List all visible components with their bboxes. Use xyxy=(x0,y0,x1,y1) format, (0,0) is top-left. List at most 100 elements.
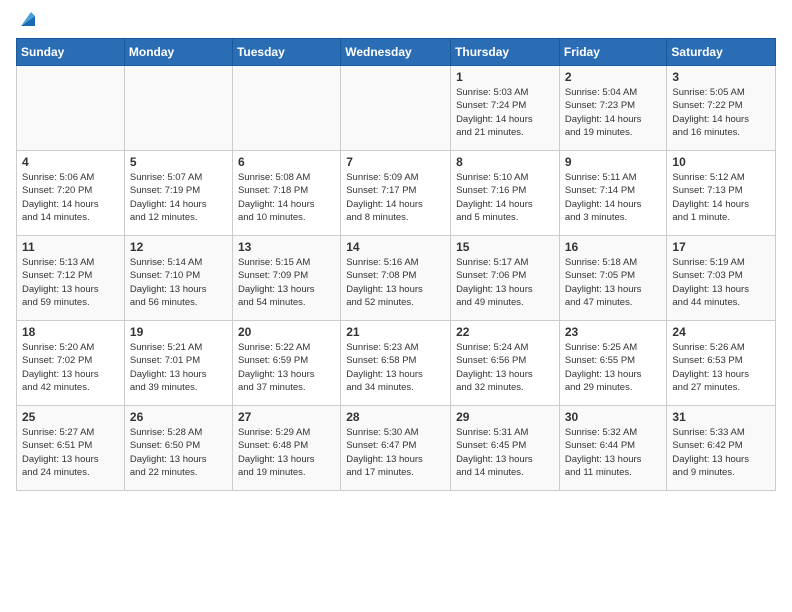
calendar-cell xyxy=(341,66,451,151)
day-number: 6 xyxy=(238,155,335,169)
calendar-cell: 23Sunrise: 5:25 AM Sunset: 6:55 PM Dayli… xyxy=(559,321,667,406)
calendar-cell: 16 Sunrise: 5:18 AM Sunset: 7:05 PM Dayli… xyxy=(559,236,667,321)
calendar-week-row: 11 Sunrise: 5:13 AM Sunset: 7:12 PM Dayli… xyxy=(17,236,776,321)
day-number: 11 xyxy=(22,240,119,254)
calendar-week-row: 1 Sunrise: 5:03 AM Sunset: 7:24 PM Daylig… xyxy=(17,66,776,151)
day-number: 30 xyxy=(565,410,662,424)
page-header xyxy=(16,16,776,30)
day-info: Sunrise: 5:14 AM Sunset: 7:10 PM Dayligh… xyxy=(130,256,227,309)
column-header-thursday: Thursday xyxy=(451,39,560,66)
calendar-cell xyxy=(17,66,125,151)
day-number: 14 xyxy=(346,240,445,254)
calendar-cell: 12 Sunrise: 5:14 AM Sunset: 7:10 PM Dayli… xyxy=(124,236,232,321)
day-number: 19 xyxy=(130,325,227,339)
day-number: 12 xyxy=(130,240,227,254)
calendar-header-row: SundayMondayTuesdayWednesdayThursdayFrid… xyxy=(17,39,776,66)
calendar-cell: 22Sunrise: 5:24 AM Sunset: 6:56 PM Dayli… xyxy=(451,321,560,406)
calendar-cell: 21Sunrise: 5:23 AM Sunset: 6:58 PM Dayli… xyxy=(341,321,451,406)
calendar-week-row: 25 Sunrise: 5:27 AM Sunset: 6:51 PM Dayli… xyxy=(17,406,776,491)
day-info: Sunrise: 5:29 AM Sunset: 6:48 PM Dayligh… xyxy=(238,426,335,479)
day-info: Sunrise: 5:21 AM Sunset: 7:01 PM Dayligh… xyxy=(130,341,227,394)
calendar-cell: 14 Sunrise: 5:16 AM Sunset: 7:08 PM Dayli… xyxy=(341,236,451,321)
calendar-cell: 15 Sunrise: 5:17 AM Sunset: 7:06 PM Dayli… xyxy=(451,236,560,321)
day-info: Sunrise: 5:16 AM Sunset: 7:08 PM Dayligh… xyxy=(346,256,445,309)
day-info: Sunrise: 5:33 AM Sunset: 6:42 PM Dayligh… xyxy=(672,426,770,479)
calendar-week-row: 18Sunrise: 5:20 AM Sunset: 7:02 PM Dayli… xyxy=(17,321,776,406)
day-info: Sunrise: 5:08 AM Sunset: 7:18 PM Dayligh… xyxy=(238,171,335,224)
calendar-cell: 1 Sunrise: 5:03 AM Sunset: 7:24 PM Daylig… xyxy=(451,66,560,151)
day-number: 16 xyxy=(565,240,662,254)
day-info: Sunrise: 5:32 AM Sunset: 6:44 PM Dayligh… xyxy=(565,426,662,479)
day-info: Sunrise: 5:10 AM Sunset: 7:16 PM Dayligh… xyxy=(456,171,554,224)
column-header-saturday: Saturday xyxy=(667,39,776,66)
day-number: 20 xyxy=(238,325,335,339)
day-info: Sunrise: 5:15 AM Sunset: 7:09 PM Dayligh… xyxy=(238,256,335,309)
column-header-wednesday: Wednesday xyxy=(341,39,451,66)
calendar-cell xyxy=(124,66,232,151)
day-info: Sunrise: 5:25 AM Sunset: 6:55 PM Dayligh… xyxy=(565,341,662,394)
column-header-friday: Friday xyxy=(559,39,667,66)
calendar-cell: 10 Sunrise: 5:12 AM Sunset: 7:13 PM Dayli… xyxy=(667,151,776,236)
day-number: 22 xyxy=(456,325,554,339)
day-info: Sunrise: 5:30 AM Sunset: 6:47 PM Dayligh… xyxy=(346,426,445,479)
calendar-cell: 26 Sunrise: 5:28 AM Sunset: 6:50 PM Dayli… xyxy=(124,406,232,491)
day-info: Sunrise: 5:28 AM Sunset: 6:50 PM Dayligh… xyxy=(130,426,227,479)
calendar-cell xyxy=(232,66,340,151)
logo-icon xyxy=(17,8,39,30)
calendar-cell: 9Sunrise: 5:11 AM Sunset: 7:14 PM Daylig… xyxy=(559,151,667,236)
calendar-cell: 18Sunrise: 5:20 AM Sunset: 7:02 PM Dayli… xyxy=(17,321,125,406)
day-info: Sunrise: 5:07 AM Sunset: 7:19 PM Dayligh… xyxy=(130,171,227,224)
day-number: 1 xyxy=(456,70,554,84)
day-info: Sunrise: 5:05 AM Sunset: 7:22 PM Dayligh… xyxy=(672,86,770,139)
day-info: Sunrise: 5:17 AM Sunset: 7:06 PM Dayligh… xyxy=(456,256,554,309)
calendar-cell: 31 Sunrise: 5:33 AM Sunset: 6:42 PM Dayli… xyxy=(667,406,776,491)
day-number: 25 xyxy=(22,410,119,424)
day-number: 7 xyxy=(346,155,445,169)
day-info: Sunrise: 5:26 AM Sunset: 6:53 PM Dayligh… xyxy=(672,341,770,394)
calendar-cell: 3 Sunrise: 5:05 AM Sunset: 7:22 PM Daylig… xyxy=(667,66,776,151)
day-info: Sunrise: 5:12 AM Sunset: 7:13 PM Dayligh… xyxy=(672,171,770,224)
calendar-cell: 7 Sunrise: 5:09 AM Sunset: 7:17 PM Daylig… xyxy=(341,151,451,236)
day-info: Sunrise: 5:18 AM Sunset: 7:05 PM Dayligh… xyxy=(565,256,662,309)
calendar-cell: 30 Sunrise: 5:32 AM Sunset: 6:44 PM Dayli… xyxy=(559,406,667,491)
day-info: Sunrise: 5:20 AM Sunset: 7:02 PM Dayligh… xyxy=(22,341,119,394)
calendar-cell: 24Sunrise: 5:26 AM Sunset: 6:53 PM Dayli… xyxy=(667,321,776,406)
logo xyxy=(16,16,39,30)
calendar-cell: 11 Sunrise: 5:13 AM Sunset: 7:12 PM Dayli… xyxy=(17,236,125,321)
calendar-cell: 28Sunrise: 5:30 AM Sunset: 6:47 PM Dayli… xyxy=(341,406,451,491)
day-info: Sunrise: 5:09 AM Sunset: 7:17 PM Dayligh… xyxy=(346,171,445,224)
column-header-sunday: Sunday xyxy=(17,39,125,66)
day-number: 29 xyxy=(456,410,554,424)
day-info: Sunrise: 5:04 AM Sunset: 7:23 PM Dayligh… xyxy=(565,86,662,139)
calendar-cell: 20Sunrise: 5:22 AM Sunset: 6:59 PM Dayli… xyxy=(232,321,340,406)
column-header-monday: Monday xyxy=(124,39,232,66)
calendar-cell: 8 Sunrise: 5:10 AM Sunset: 7:16 PM Daylig… xyxy=(451,151,560,236)
day-number: 31 xyxy=(672,410,770,424)
calendar-cell: 2Sunrise: 5:04 AM Sunset: 7:23 PM Daylig… xyxy=(559,66,667,151)
day-info: Sunrise: 5:03 AM Sunset: 7:24 PM Dayligh… xyxy=(456,86,554,139)
calendar-table: SundayMondayTuesdayWednesdayThursdayFrid… xyxy=(16,38,776,491)
day-info: Sunrise: 5:13 AM Sunset: 7:12 PM Dayligh… xyxy=(22,256,119,309)
day-info: Sunrise: 5:27 AM Sunset: 6:51 PM Dayligh… xyxy=(22,426,119,479)
calendar-cell: 6 Sunrise: 5:08 AM Sunset: 7:18 PM Daylig… xyxy=(232,151,340,236)
day-number: 15 xyxy=(456,240,554,254)
day-number: 3 xyxy=(672,70,770,84)
calendar-cell: 17 Sunrise: 5:19 AM Sunset: 7:03 PM Dayli… xyxy=(667,236,776,321)
day-info: Sunrise: 5:31 AM Sunset: 6:45 PM Dayligh… xyxy=(456,426,554,479)
day-number: 21 xyxy=(346,325,445,339)
day-number: 8 xyxy=(456,155,554,169)
calendar-cell: 27 Sunrise: 5:29 AM Sunset: 6:48 PM Dayli… xyxy=(232,406,340,491)
day-info: Sunrise: 5:11 AM Sunset: 7:14 PM Dayligh… xyxy=(565,171,662,224)
day-number: 27 xyxy=(238,410,335,424)
day-number: 13 xyxy=(238,240,335,254)
calendar-cell: 29 Sunrise: 5:31 AM Sunset: 6:45 PM Dayli… xyxy=(451,406,560,491)
day-number: 26 xyxy=(130,410,227,424)
calendar-cell: 25 Sunrise: 5:27 AM Sunset: 6:51 PM Dayli… xyxy=(17,406,125,491)
calendar-cell: 19 Sunrise: 5:21 AM Sunset: 7:01 PM Dayli… xyxy=(124,321,232,406)
calendar-cell: 13 Sunrise: 5:15 AM Sunset: 7:09 PM Dayli… xyxy=(232,236,340,321)
day-number: 5 xyxy=(130,155,227,169)
day-number: 17 xyxy=(672,240,770,254)
day-number: 10 xyxy=(672,155,770,169)
day-info: Sunrise: 5:19 AM Sunset: 7:03 PM Dayligh… xyxy=(672,256,770,309)
calendar-cell: 4Sunrise: 5:06 AM Sunset: 7:20 PM Daylig… xyxy=(17,151,125,236)
